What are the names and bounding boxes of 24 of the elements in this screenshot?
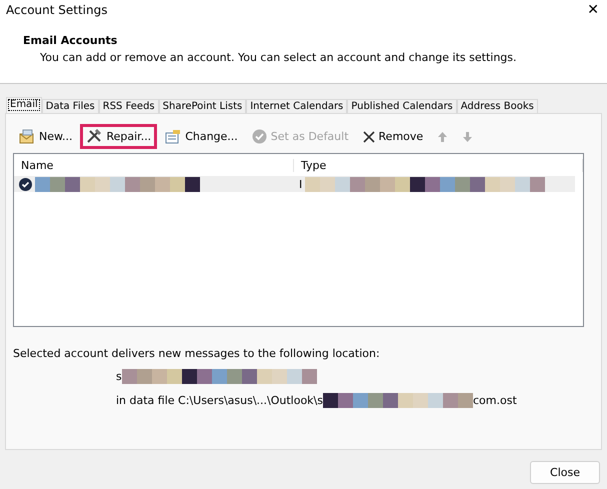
section-description: You can add or remove an account. You can select an account and change its settings.: [40, 51, 518, 64]
data-file-path: in data file C:\Users\asus\...\Outlook\s: [116, 394, 323, 407]
tab[interactable]: SharePoint Lists: [158, 99, 246, 113]
section-title: Email Accounts: [23, 34, 118, 47]
tab[interactable]: Published Calendars: [347, 99, 457, 113]
account-row[interactable]: I: [14, 176, 575, 192]
toolbar-button[interactable]: Change...: [159, 124, 244, 149]
tab[interactable]: Internet Calendars: [246, 99, 348, 113]
toolbar-button[interactable]: New...: [13, 124, 78, 149]
close-button[interactable]: Close: [530, 461, 600, 484]
toolbar-button[interactable]: Remove: [356, 125, 430, 148]
toolbar-button[interactable]: Repair...: [80, 124, 158, 149]
location-caption: Selected account delivers new messages to the following location:: [13, 347, 381, 360]
column-header[interactable]: Name: [14, 158, 294, 172]
tab[interactable]: Data Files: [42, 99, 99, 113]
window-title: Account Settings: [6, 3, 108, 17]
tab[interactable]: RSS Feeds: [98, 99, 159, 113]
tab[interactable]: Email: [6, 97, 42, 113]
column-header[interactable]: Type: [294, 158, 583, 172]
close-button[interactable]: ✕: [587, 2, 599, 18]
data-file-extension: com.ost: [473, 394, 517, 407]
table-cell: I: [299, 178, 302, 190]
account-name: s: [116, 370, 122, 383]
tab[interactable]: Address Books: [456, 99, 538, 113]
